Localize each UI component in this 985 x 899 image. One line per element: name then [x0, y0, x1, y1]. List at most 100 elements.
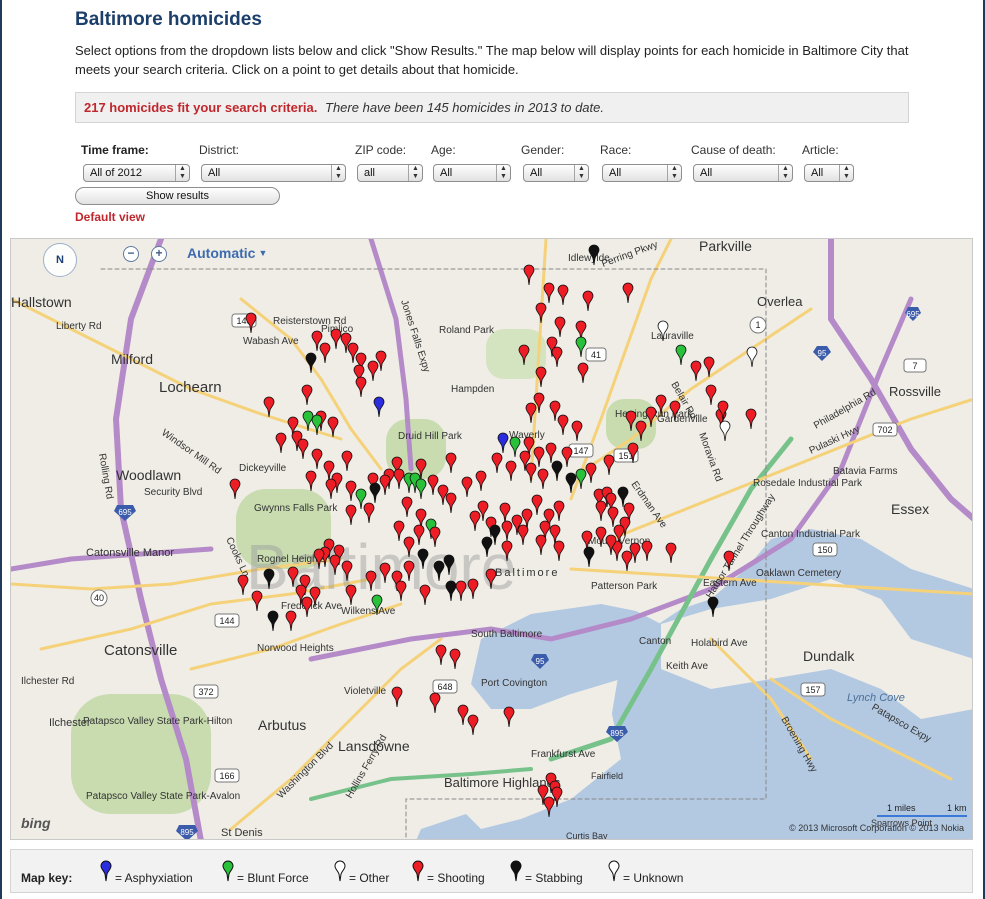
homicide-marker[interactable]	[535, 534, 547, 556]
homicide-marker[interactable]	[401, 496, 413, 518]
homicide-marker[interactable]	[553, 500, 565, 522]
homicide-marker[interactable]	[517, 524, 529, 546]
homicide-marker[interactable]	[719, 420, 731, 442]
homicide-marker[interactable]	[690, 360, 702, 382]
homicide-marker[interactable]	[285, 610, 297, 632]
homicide-marker[interactable]	[499, 502, 511, 524]
homicide-marker[interactable]	[641, 540, 653, 562]
homicide-marker[interactable]	[509, 436, 521, 458]
zip-select[interactable]: all ▲ ▼	[357, 164, 423, 182]
homicide-marker[interactable]	[469, 510, 481, 532]
show-results-button[interactable]: Show results	[75, 187, 280, 205]
homicide-marker[interactable]	[311, 448, 323, 470]
route-shield: 702	[872, 422, 898, 437]
homicide-marker[interactable]	[415, 478, 427, 500]
homicide-marker[interactable]	[461, 476, 473, 498]
time-frame-select[interactable]: All of 2012 ▲ ▼	[83, 164, 190, 182]
homicide-marker[interactable]	[551, 460, 563, 482]
homicide-marker[interactable]	[345, 480, 357, 502]
homicide-marker[interactable]	[607, 506, 619, 528]
homicide-marker[interactable]	[319, 342, 331, 364]
homicide-marker[interactable]	[305, 470, 317, 492]
homicide-marker[interactable]	[297, 438, 309, 460]
homicide-marker[interactable]	[545, 442, 557, 464]
homicide-marker[interactable]	[571, 420, 583, 442]
homicide-marker[interactable]	[475, 470, 487, 492]
homicide-marker[interactable]	[525, 462, 537, 484]
homicide-marker[interactable]	[497, 432, 509, 454]
homicide-marker[interactable]	[491, 452, 503, 474]
homicide-marker[interactable]	[367, 360, 379, 382]
homicide-marker[interactable]	[275, 432, 287, 454]
homicide-marker[interactable]	[585, 462, 597, 484]
homicide-marker[interactable]	[746, 346, 758, 368]
homicide-marker[interactable]	[705, 384, 717, 406]
map-canvas[interactable]: Baltimore Parkville Overlea Rossville Es…	[11, 239, 973, 840]
age-select[interactable]: All ▲ ▼	[433, 164, 511, 182]
homicide-marker[interactable]	[535, 302, 547, 324]
map-style-dropdown[interactable]: Automatic ▼	[187, 245, 267, 261]
place-label: Batavia Farms	[833, 466, 897, 477]
homicide-marker[interactable]	[622, 282, 634, 304]
homicide-marker[interactable]	[393, 468, 405, 490]
homicide-marker[interactable]	[341, 450, 353, 472]
place-label: Dundalk	[803, 648, 855, 664]
homicide-marker[interactable]	[445, 492, 457, 514]
homicide-marker[interactable]	[363, 502, 375, 524]
homicide-marker[interactable]	[267, 610, 279, 632]
svg-text:40: 40	[94, 593, 104, 603]
district-select[interactable]: All ▲ ▼	[201, 164, 346, 182]
scale-km-label: 1 km	[947, 803, 967, 813]
homicide-marker[interactable]	[665, 542, 677, 564]
homicide-map[interactable]: Baltimore Parkville Overlea Rossville Es…	[10, 238, 973, 840]
homicide-marker[interactable]	[355, 376, 367, 398]
homicide-marker[interactable]	[603, 454, 615, 476]
homicide-marker[interactable]	[745, 408, 757, 430]
homicide-marker[interactable]	[551, 346, 563, 368]
article-select[interactable]: All ▲ ▼	[804, 164, 854, 182]
homicide-marker[interactable]	[523, 264, 535, 286]
race-select[interactable]: All ▲ ▼	[602, 164, 682, 182]
homicide-marker[interactable]	[330, 328, 342, 350]
homicide-marker[interactable]	[537, 468, 549, 490]
homicide-marker[interactable]	[429, 692, 441, 714]
homicide-marker[interactable]	[543, 282, 555, 304]
road-label: Rolling Rd	[96, 453, 115, 500]
compass-north-label: N	[56, 254, 64, 266]
homicide-marker[interactable]	[427, 474, 439, 496]
homicide-marker[interactable]	[301, 384, 313, 406]
homicide-marker[interactable]	[369, 482, 381, 504]
homicide-marker[interactable]	[557, 284, 569, 306]
gender-select[interactable]: All ▲ ▼	[523, 164, 589, 182]
compass-nav-control[interactable]: N	[43, 243, 77, 277]
homicide-marker[interactable]	[575, 336, 587, 358]
homicide-marker[interactable]	[445, 452, 457, 474]
homicide-marker[interactable]	[449, 648, 461, 670]
homicide-marker[interactable]	[557, 414, 569, 436]
homicide-marker[interactable]	[435, 644, 447, 666]
homicide-marker[interactable]	[325, 478, 337, 500]
homicide-marker[interactable]	[457, 704, 469, 726]
homicide-marker[interactable]	[553, 540, 565, 562]
filter-bar: Time frame: District: ZIP code: Age: Gen…	[0, 143, 985, 187]
default-view-link[interactable]: Default view	[75, 210, 145, 224]
homicide-marker[interactable]	[595, 500, 607, 522]
homicide-marker[interactable]	[533, 446, 545, 468]
homicide-marker[interactable]	[391, 686, 403, 708]
homicide-marker[interactable]	[345, 504, 357, 526]
svg-text:695: 695	[906, 310, 920, 319]
zoom-in-button[interactable]: +	[151, 246, 167, 262]
homicide-marker[interactable]	[373, 396, 385, 418]
homicide-marker[interactable]	[583, 546, 595, 568]
filter-label-time-frame: Time frame:	[81, 143, 149, 157]
homicide-marker[interactable]	[675, 344, 687, 366]
homicide-marker[interactable]	[505, 460, 517, 482]
cause-select[interactable]: All ▲ ▼	[693, 164, 793, 182]
homicide-marker[interactable]	[621, 550, 633, 572]
homicide-marker[interactable]	[229, 478, 241, 500]
zoom-out-button[interactable]: −	[123, 246, 139, 262]
homicide-marker[interactable]	[582, 290, 594, 312]
homicide-marker[interactable]	[554, 316, 566, 338]
homicide-marker[interactable]	[531, 494, 543, 516]
homicide-marker[interactable]	[577, 362, 589, 384]
